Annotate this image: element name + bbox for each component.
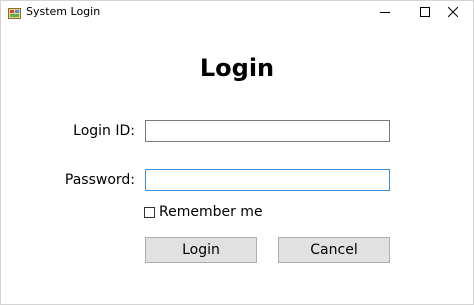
remember-me-label[interactable]: Remember me [159, 203, 263, 221]
window-title: System Login [26, 5, 101, 18]
close-button[interactable] [433, 1, 473, 23]
close-icon [448, 7, 458, 17]
title-bar[interactable]: System Login [1, 1, 473, 23]
page-title: Login [199, 54, 275, 82]
password-label: Password: [64, 172, 135, 188]
login-id-label: Login ID: [73, 123, 135, 139]
maximize-icon [420, 7, 430, 17]
remember-me-checkbox[interactable]: Remember me [144, 203, 263, 221]
login-button[interactable]: Login [145, 237, 257, 263]
app-icon [8, 5, 22, 19]
minimize-icon [380, 7, 390, 17]
login-window: System Login Login Login ID: Password: R… [0, 0, 474, 305]
password-field[interactable] [145, 169, 390, 191]
checkbox-box[interactable] [144, 206, 155, 218]
login-id-field[interactable] [145, 120, 390, 142]
minimize-button[interactable] [365, 1, 405, 23]
cancel-button[interactable]: Cancel [278, 237, 390, 263]
